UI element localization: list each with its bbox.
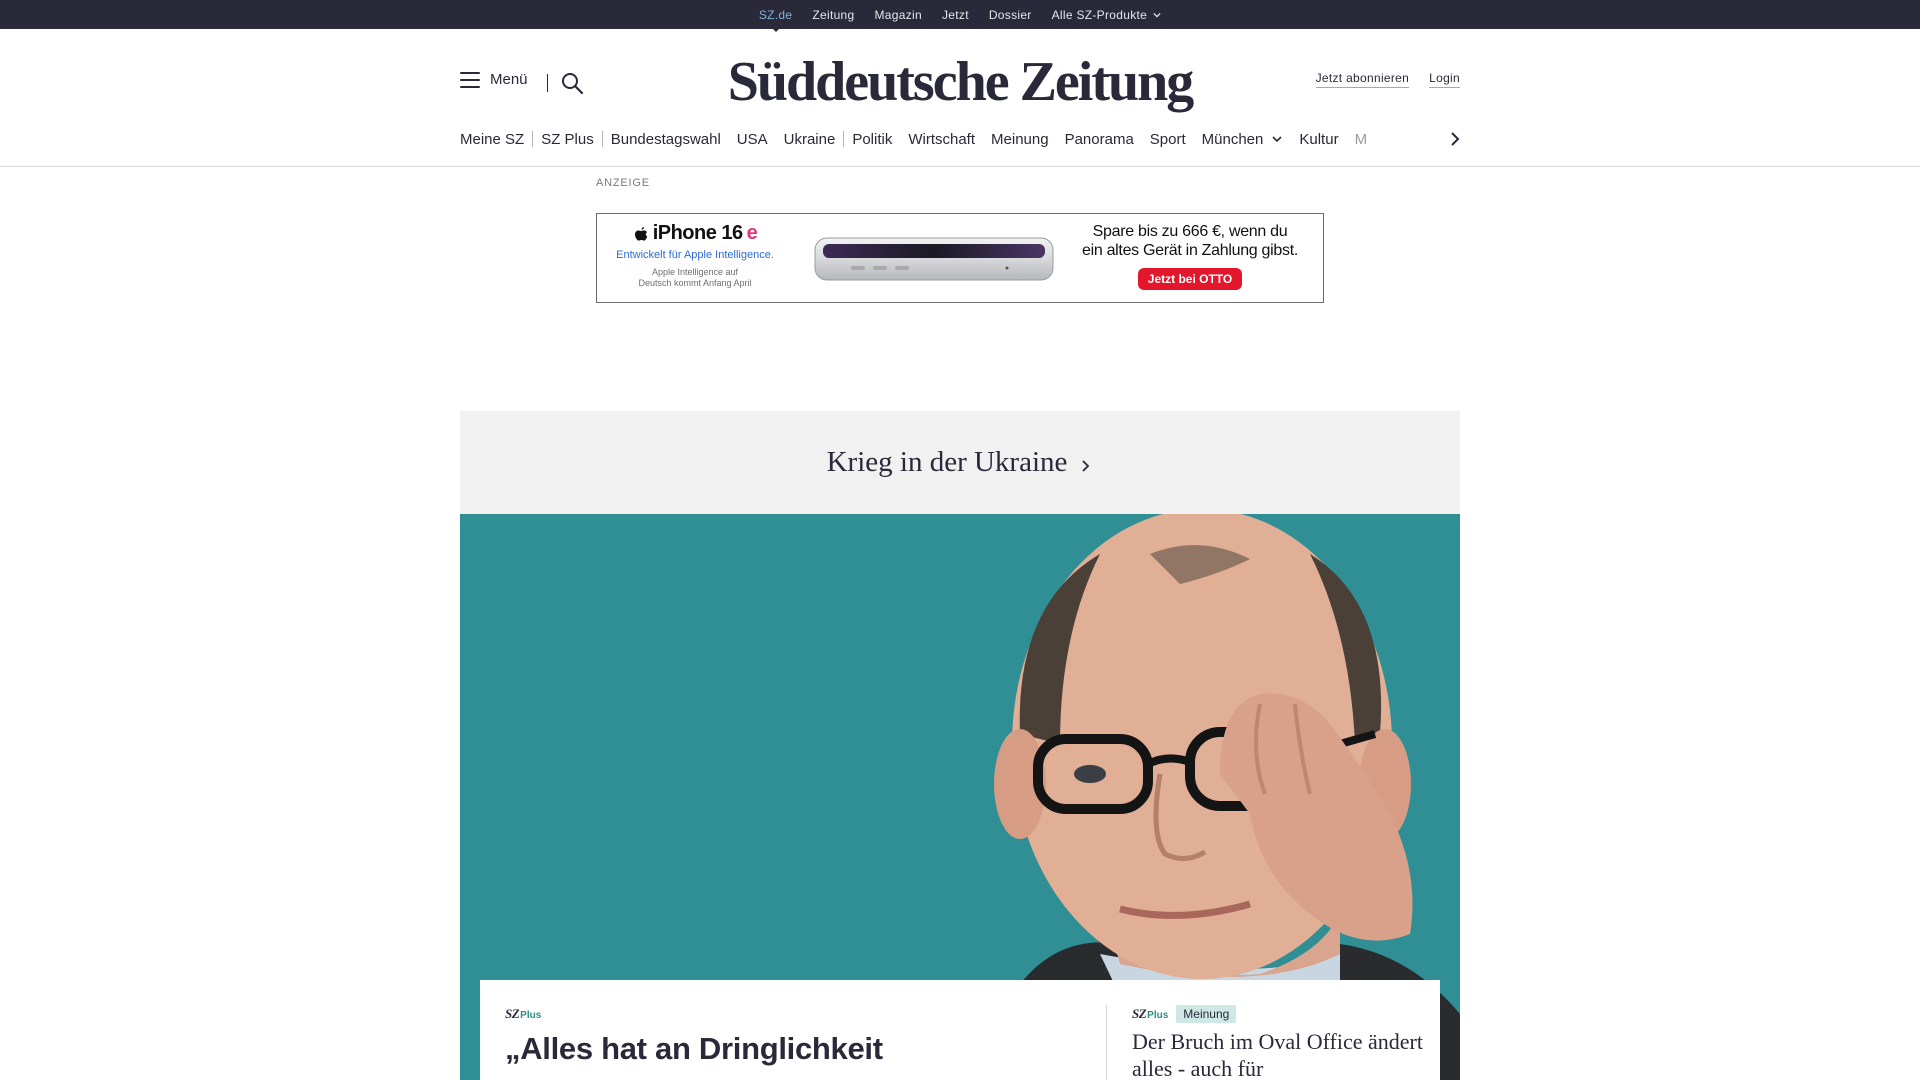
szplus-badge: SZ Plus (1132, 1006, 1168, 1022)
nav-item-politik[interactable]: Politik (852, 131, 892, 148)
nav-item-truncated[interactable]: M (1355, 131, 1368, 148)
side-article-badges: SZ Plus Meinung (1132, 1005, 1237, 1023)
ad-offer-block: Spare bis zu 666 €, wenn du ein altes Ge… (1065, 222, 1315, 290)
ad-product-block: iPhone 16 e Entwickelt für Apple Intellig… (611, 222, 779, 289)
nav-item-sport[interactable]: Sport (1150, 131, 1186, 148)
nav-item-ukraine[interactable]: Ukraine (784, 131, 836, 148)
nav-divider (601, 131, 603, 147)
ad-product-name: iPhone 16 e (611, 222, 779, 245)
product-link-zeitung[interactable]: Zeitung (812, 8, 854, 22)
nav-divider (532, 131, 534, 147)
all-products-label: Alle SZ-Produkte (1051, 7, 1148, 22)
chevron-down-icon (1272, 136, 1282, 143)
site-header: Menü Süddeutsche Zeitung Jetzt abonniere… (0, 29, 1920, 167)
nav-item-muenchen[interactable]: München (1202, 131, 1284, 148)
nav-item-wirtschaft[interactable]: Wirtschaft (908, 131, 975, 148)
ad-note: Apple Intelligence auf Deutsch kommt Anf… (611, 267, 779, 289)
hamburger-icon (460, 71, 480, 88)
login-link[interactable]: Login (1429, 71, 1460, 88)
ad-label: ANZEIGE (596, 177, 650, 189)
szplus-badge: SZ Plus (505, 1006, 541, 1022)
nav-item-muenchen-label: München (1201, 130, 1264, 148)
header-divider (547, 74, 548, 92)
category-tag: Meinung (1176, 1005, 1237, 1023)
nav-item-meine-sz[interactable]: Meine SZ (460, 131, 524, 148)
ad-offer-line2: ein altes Gerät in Zahlung gibst. (1081, 242, 1298, 259)
ad-product-text: iPhone 16 (652, 222, 743, 244)
product-link-szde[interactable]: SZ.de (759, 8, 793, 32)
ad-note-line2: Deutsch kommt Anfang April (638, 278, 752, 288)
subscribe-link[interactable]: Jetzt abonnieren (1315, 71, 1410, 88)
apple-logo-icon (634, 226, 647, 241)
product-link-dossier[interactable]: Dossier (989, 8, 1032, 22)
ad-product-suffix: e (746, 222, 758, 244)
product-link-magazin[interactable]: Magazin (875, 8, 922, 22)
szplus-badge-plus: Plus (1147, 1010, 1169, 1021)
section-nav: Meine SZ SZ Plus Bundestagswahl USA Ukra… (460, 126, 1460, 152)
chevron-down-icon (1153, 12, 1161, 17)
search-icon[interactable] (560, 71, 584, 95)
teaser-divider (1106, 1005, 1107, 1080)
nav-item-usa[interactable]: USA (737, 131, 768, 148)
ad-tagline: Entwickelt für Apple Intelligence. (616, 249, 774, 261)
menu-button[interactable]: Menü (460, 71, 528, 88)
topic-link-ukraine[interactable]: Krieg in der Ukraine (460, 411, 1460, 514)
chevron-right-icon[interactable] (1448, 131, 1462, 147)
ad-banner[interactable]: iPhone 16 e Entwickelt für Apple Intellig… (596, 213, 1324, 303)
nav-item-sz-plus[interactable]: SZ Plus (541, 131, 594, 148)
auth-links: Jetzt abonnieren Login (1315, 71, 1460, 88)
nav-divider (843, 131, 845, 147)
szplus-badge-plus: Plus (520, 1010, 542, 1021)
ad-offer-line1: Spare bis zu 666 €, wenn du (1092, 223, 1288, 240)
szplus-badge-sz: SZ (1132, 1006, 1147, 1021)
chevron-right-icon (1082, 459, 1090, 472)
nav-item-kultur[interactable]: Kultur (1299, 131, 1338, 148)
menu-label: Menü (490, 71, 528, 88)
product-link-all-products[interactable]: Alle SZ-Produkte (1052, 8, 1162, 22)
product-nav: SZ.de Zeitung Magazin Jetzt Dossier Alle… (0, 0, 1920, 32)
ad-note-line1: Apple Intelligence auf (651, 267, 739, 277)
nav-item-panorama[interactable]: Panorama (1065, 131, 1134, 148)
top-product-bar: SZ.de Zeitung Magazin Jetzt Dossier Alle… (0, 0, 1920, 32)
lead-article-title[interactable]: „Alles hat an Dringlichkeit (505, 1030, 1065, 1068)
product-link-jetzt[interactable]: Jetzt (942, 8, 969, 22)
side-article-title[interactable]: Der Bruch im Oval Office ändert alles - … (1132, 1028, 1432, 1080)
site-logo[interactable]: Süddeutsche Zeitung (722, 47, 1198, 117)
phone-image (814, 237, 1054, 281)
nav-item-meinung[interactable]: Meinung (991, 131, 1049, 148)
topic-title: Krieg in der Ukraine (826, 446, 1068, 478)
nav-item-bundestagswahl[interactable]: Bundestagswahl (611, 131, 721, 148)
szplus-badge-sz: SZ (505, 1006, 520, 1021)
ad-cta-button[interactable]: Jetzt bei OTTO (1137, 268, 1243, 290)
